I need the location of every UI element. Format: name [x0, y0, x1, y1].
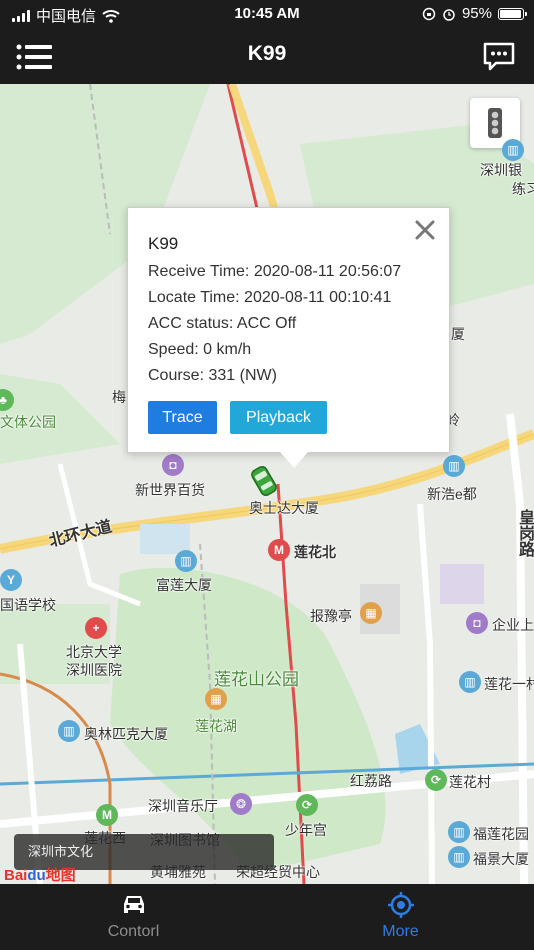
building-icon: ▥: [448, 821, 470, 843]
tab-more[interactable]: More: [267, 884, 534, 950]
lock-rotation-icon: [422, 7, 436, 20]
baidu-map-logo: Baidu地图: [4, 867, 76, 884]
metro-icon: M: [96, 804, 118, 826]
map-label: 富莲大厦: [156, 577, 212, 593]
map-label: 文体公园: [0, 414, 56, 430]
status-right: 95%: [422, 5, 527, 22]
nav-bar: K99: [0, 28, 534, 84]
playback-button[interactable]: Playback: [230, 401, 327, 434]
landmark-icon: ▦: [205, 688, 227, 710]
traffic-light-icon: [488, 108, 502, 138]
map-label: 深圳银: [480, 162, 522, 178]
page-title: K99: [247, 42, 287, 65]
receive-time: Receive Time: 2020-08-11 20:56:07: [148, 263, 402, 280]
building-icon: ▥: [58, 720, 80, 742]
map-view[interactable]: 深圳银 练习 ▥ 梅 厦 岭 ♣ 文体公园 ◘ 新世界百货 奥士达大厦 ▥ 新浩…: [0, 84, 534, 884]
map-label: 少年宫: [285, 822, 327, 838]
battery-icon: [498, 7, 527, 20]
map-label: 报豫亭: [310, 608, 352, 624]
school-icon: Y: [0, 569, 22, 591]
shopping-icon: ◘: [162, 454, 184, 476]
battery-percent: 95%: [461, 5, 492, 22]
acc-status: ACC status: ACC Off: [148, 315, 297, 332]
tab-more-label: More: [382, 923, 419, 940]
tab-control-label: Contorl: [107, 923, 160, 940]
map-label: 莲花村: [449, 774, 491, 790]
map-label: 练习: [512, 181, 534, 197]
map-label: 深圳音乐厅: [148, 798, 218, 814]
battery-fill: [500, 9, 521, 18]
speed: Speed: 0 km/h: [148, 341, 252, 358]
status-bar: 中国电信 10:45 AM 95%: [0, 0, 534, 28]
music-icon: ❂: [230, 793, 252, 815]
chat-bubble-icon[interactable]: [482, 41, 516, 71]
map-label: 福景大厦: [473, 851, 529, 867]
road-label: 红荔路: [350, 773, 392, 789]
bus-station-icon: ⟳: [296, 794, 318, 816]
building-icon: ▥: [443, 455, 465, 477]
building-icon: ▥: [502, 139, 524, 161]
device-name: K99: [148, 234, 179, 253]
tab-control[interactable]: Contorl: [0, 884, 267, 950]
map-label: 新浩e都: [427, 486, 477, 502]
trace-button[interactable]: Trace: [148, 401, 217, 434]
metro-icon: M: [268, 539, 290, 561]
course: Course: 331 (NW): [148, 367, 277, 384]
alarm-icon: [443, 8, 455, 21]
map-label: 新世界百货: [135, 482, 205, 498]
building-icon: ▥: [448, 846, 470, 868]
car-icon: [123, 896, 144, 913]
map-label: 奥士达大厦: [249, 500, 319, 516]
map-label: 厦: [451, 326, 465, 342]
building-icon: ▥: [459, 671, 481, 693]
locate-time: Locate Time: 2020-08-11 00:10:41: [148, 289, 392, 306]
address-text: 深圳市文化: [28, 844, 94, 859]
bottom-tab-bar: Contorl More: [0, 884, 534, 950]
map-label: 莲花一村: [484, 676, 534, 692]
map-label: 企业上: [492, 617, 534, 633]
map-label: 深圳医院: [66, 662, 122, 678]
hospital-icon: +: [85, 617, 107, 639]
metro-station-label: 莲花北: [294, 544, 336, 560]
map-label: 福莲花园: [473, 826, 529, 842]
bus-station-icon: ⟳: [425, 769, 447, 791]
building-icon: ▥: [175, 550, 197, 572]
map-label: 莲花湖: [195, 718, 237, 734]
map-label: 北京大学: [66, 644, 122, 660]
park-label: 莲花山公园: [214, 670, 299, 689]
map-label: 国语学校: [0, 597, 56, 613]
shopping-icon: ◘: [466, 612, 488, 634]
road-label: 皇岗路: [516, 509, 533, 557]
location-target-icon: [387, 892, 414, 918]
device-info-popup: K99 Receive Time: 2020-08-11 20:56:07 Lo…: [127, 207, 450, 468]
map-label: 奥林匹克大厦: [84, 726, 168, 742]
close-icon[interactable]: [413, 218, 437, 242]
map-label: 梅: [112, 389, 126, 405]
vehicle-marker-icon[interactable]: [247, 464, 281, 498]
landmark-icon: ▦: [360, 602, 382, 624]
